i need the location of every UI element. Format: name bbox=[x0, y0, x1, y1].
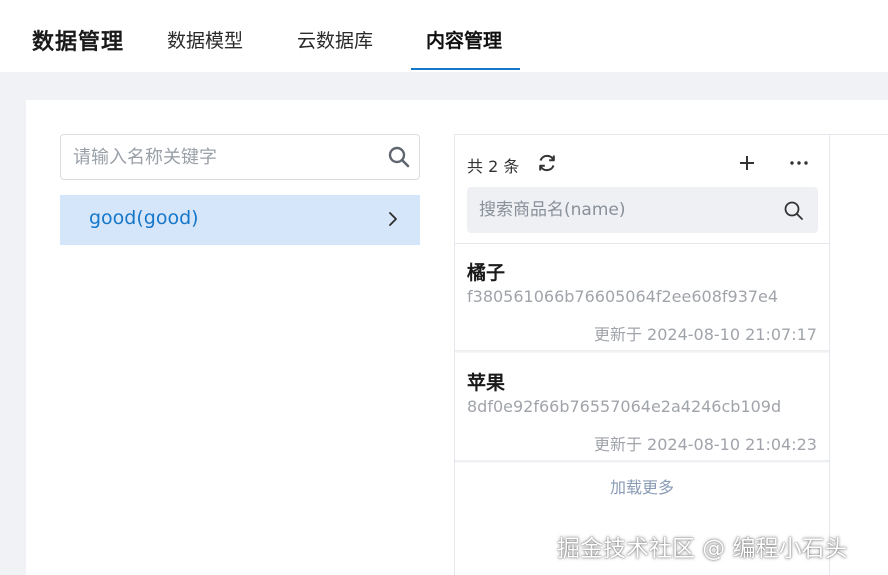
watermark: 掘金技术社区 @ 编程小石头 bbox=[557, 536, 848, 562]
tab-cloud-database[interactable]: 云数据库 bbox=[297, 26, 373, 53]
model-item-label: good(good) bbox=[89, 207, 199, 229]
plus-icon[interactable] bbox=[737, 153, 757, 173]
record-search-box bbox=[467, 187, 818, 233]
list-item[interactable]: 橘子 f380561066b76605064f2ee608f937e4 更新于 … bbox=[455, 244, 829, 353]
record-id: f380561066b76605064f2ee608f937e4 bbox=[467, 287, 779, 306]
refresh-icon[interactable] bbox=[536, 152, 558, 174]
chevron-right-icon bbox=[389, 212, 397, 226]
active-tab-indicator bbox=[411, 68, 520, 70]
load-more-link[interactable]: 加载更多 bbox=[455, 474, 829, 498]
search-icon[interactable] bbox=[783, 200, 804, 221]
tab-data-model[interactable]: 数据模型 bbox=[167, 26, 243, 53]
model-item-good[interactable]: good(good) bbox=[60, 195, 420, 245]
record-title: 橘子 bbox=[467, 262, 506, 284]
model-search-box bbox=[60, 134, 420, 180]
model-search-input[interactable] bbox=[73, 143, 373, 171]
divider bbox=[830, 134, 888, 135]
divider bbox=[455, 350, 829, 353]
record-count: 共 2 条 bbox=[467, 157, 520, 176]
more-icon[interactable] bbox=[787, 153, 811, 173]
record-id: 8df0e92f66b76557064e2a4246cb109d bbox=[467, 397, 782, 416]
page-title: 数据管理 bbox=[32, 30, 125, 55]
divider bbox=[455, 460, 829, 463]
record-updated-time: 更新于 2024-08-10 21:04:23 bbox=[593, 435, 817, 454]
top-header: 数据管理 数据模型 云数据库 内容管理 bbox=[0, 0, 888, 72]
search-icon[interactable] bbox=[387, 145, 411, 169]
record-search-input[interactable] bbox=[479, 196, 769, 224]
tab-content-management[interactable]: 内容管理 bbox=[426, 26, 502, 53]
record-title: 苹果 bbox=[467, 372, 506, 394]
list-item[interactable]: 苹果 8df0e92f66b76557064e2a4246cb109d 更新于 … bbox=[455, 354, 829, 463]
record-updated-time: 更新于 2024-08-10 21:07:17 bbox=[593, 325, 817, 344]
